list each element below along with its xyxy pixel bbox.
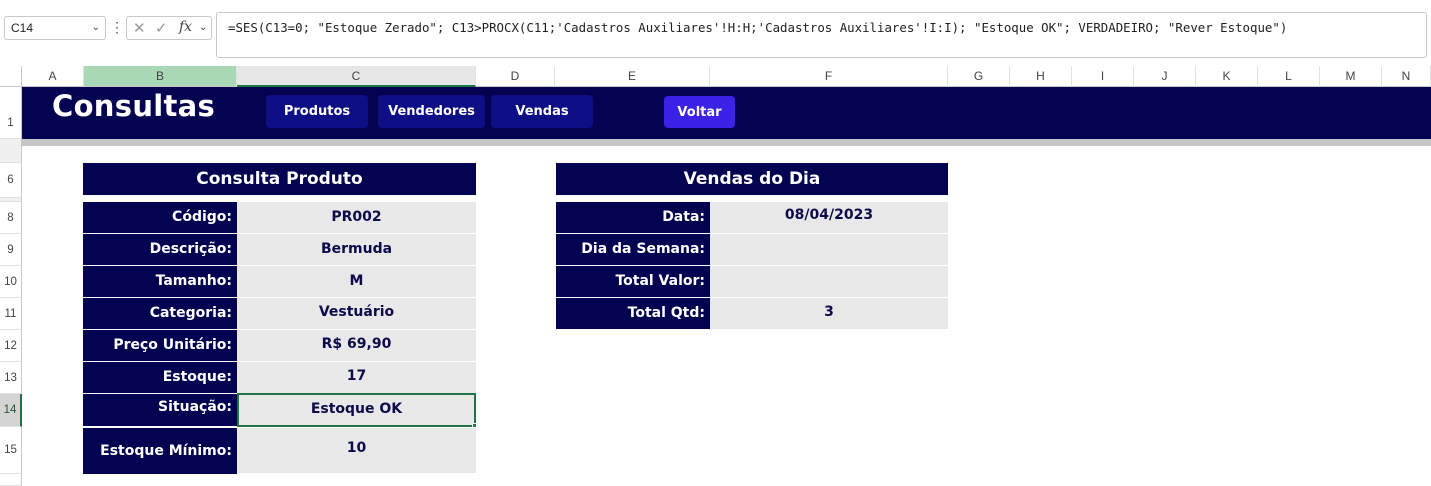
page-title: Consultas <box>52 89 216 123</box>
check-icon[interactable]: ✓ <box>155 19 168 37</box>
field-value-codigo[interactable]: PR002 <box>237 202 476 234</box>
field-value-estoque-minimo[interactable]: 10 <box>237 428 476 474</box>
vendas-value-total-qtd[interactable]: 3 <box>710 298 948 330</box>
column-header-d[interactable]: D <box>476 66 555 87</box>
vendas-value-total-valor[interactable] <box>710 266 948 298</box>
name-box-value: C14 <box>11 21 34 35</box>
vendas-label-data: Data: <box>556 202 710 233</box>
row-header-15[interactable]: 15 <box>0 427 22 474</box>
produtos-button[interactable]: Produtos <box>266 95 368 128</box>
column-header-j[interactable]: J <box>1134 66 1196 87</box>
vendas-label-dia-semana: Dia da Semana: <box>556 234 710 265</box>
vendas-do-dia-header: Vendas do Dia <box>556 163 948 195</box>
field-value-tamanho[interactable]: M <box>237 266 476 298</box>
column-header-i[interactable]: I <box>1072 66 1134 87</box>
field-label-estoque: Estoque: <box>83 362 237 393</box>
vendas-value-dia-semana[interactable] <box>710 234 948 266</box>
worksheet-grid: A B C D E F G H I J K L M N 1 6 8 9 10 1… <box>0 66 1431 486</box>
field-value-descricao[interactable]: Bermuda <box>237 234 476 266</box>
column-header-a[interactable]: A <box>22 66 84 87</box>
vendedores-button[interactable]: Vendedores <box>378 95 485 128</box>
field-label-tamanho: Tamanho: <box>83 266 237 297</box>
name-box[interactable]: C14 ⌄ <box>4 16 106 40</box>
column-header-c[interactable]: C <box>237 66 476 87</box>
formula-buttons: ✕ ✓ fx ⌄ <box>126 16 212 40</box>
row-header-14[interactable]: 14 <box>0 394 22 427</box>
insert-function-icon[interactable]: fx <box>179 19 192 35</box>
column-header-k[interactable]: K <box>1196 66 1258 87</box>
column-header-h[interactable]: H <box>1010 66 1072 87</box>
more-options-icon[interactable]: ⋮ <box>110 16 124 40</box>
column-header-e[interactable]: E <box>555 66 710 87</box>
formula-bar: C14 ⌄ ⋮ ✕ ✓ fx ⌄ =SES(C13=0; "Estoque Ze… <box>0 0 1431 64</box>
row-header-hidden <box>0 139 22 163</box>
field-value-preco-unitario[interactable]: R$ 69,90 <box>237 330 476 362</box>
field-value-situacao[interactable]: Estoque OK <box>237 393 476 427</box>
row-header-6[interactable]: 6 <box>0 163 22 198</box>
row-header-1[interactable]: 1 <box>0 87 22 139</box>
column-header-n[interactable]: N <box>1382 66 1431 87</box>
row-header-9[interactable]: 9 <box>0 234 22 266</box>
field-label-codigo: Código: <box>83 202 237 233</box>
cancel-icon[interactable]: ✕ <box>133 19 146 37</box>
column-header-g[interactable]: G <box>948 66 1010 87</box>
vendas-value-data[interactable]: 08/04/2023 <box>710 202 948 234</box>
column-header-b[interactable]: B <box>84 66 237 87</box>
field-value-categoria[interactable]: Vestuário <box>237 298 476 330</box>
field-value-estoque[interactable]: 17 <box>237 362 476 394</box>
column-header-l[interactable]: L <box>1258 66 1320 87</box>
chevron-down-icon[interactable]: ⌄ <box>199 22 207 33</box>
vendas-label-total-valor: Total Valor: <box>556 266 710 297</box>
excel-window: C14 ⌄ ⋮ ✕ ✓ fx ⌄ =SES(C13=0; "Estoque Ze… <box>0 0 1431 486</box>
column-header-f[interactable]: F <box>710 66 948 87</box>
row-header-10[interactable]: 10 <box>0 266 22 298</box>
chevron-down-icon[interactable]: ⌄ <box>92 22 100 33</box>
column-header-m[interactable]: M <box>1320 66 1382 87</box>
field-label-preco-unitario: Preço Unitário: <box>83 330 237 361</box>
vendas-button[interactable]: Vendas <box>491 95 593 128</box>
banner-divider <box>22 139 1431 146</box>
vendas-label-total-qtd: Total Qtd: <box>556 298 710 329</box>
field-label-situacao: Situação: <box>83 394 237 426</box>
field-label-descricao: Descrição: <box>83 234 237 265</box>
field-label-categoria: Categoria: <box>83 298 237 329</box>
consulta-produto-header: Consulta Produto <box>83 163 476 195</box>
select-all-corner[interactable] <box>0 66 22 87</box>
row-header-11[interactable]: 11 <box>0 298 22 330</box>
row-header-12[interactable]: 12 <box>0 330 22 362</box>
formula-input[interactable]: =SES(C13=0; "Estoque Zerado"; C13>PROCX(… <box>216 12 1427 58</box>
field-label-estoque-minimo: Estoque Mínimo: <box>83 428 237 474</box>
row-header-13[interactable]: 13 <box>0 362 22 394</box>
row-header-8[interactable]: 8 <box>0 202 22 234</box>
row-header-16[interactable] <box>0 474 22 486</box>
voltar-button[interactable]: Voltar <box>664 96 735 128</box>
